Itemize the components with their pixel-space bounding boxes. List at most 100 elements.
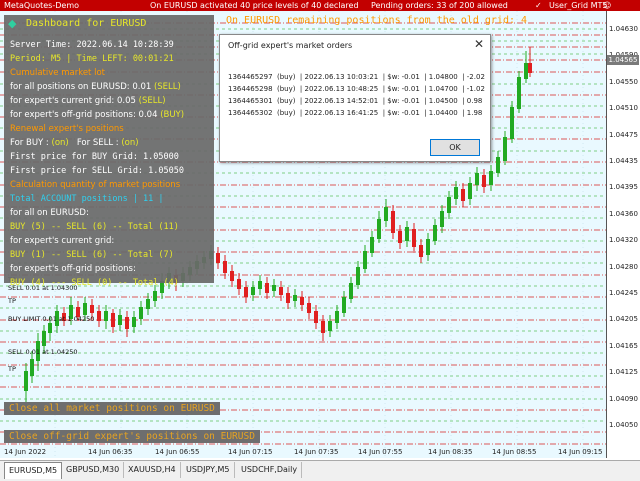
tab-gbpusd-m30[interactable]: GBPUSD,M30 [62,462,125,478]
check-icon: ✓ [535,1,542,10]
candle-body [321,321,325,333]
chart-label-sell-position: SELL 0.01 at 1.04250 [8,348,78,356]
price-tick-label: 1.04050 [609,421,638,429]
chart-label-buy-limit: BUY LIMIT 0.01 at 1.04250 [8,315,95,323]
candle-body [30,359,34,376]
period-time-left: Period: M5 | Time LEFT: 00:01:21 [10,54,174,64]
candle-body [258,281,262,289]
candle-body [524,63,528,79]
for-sell-label: For SELL : [76,138,119,148]
time-tick-label: 14 Jun 2022 [4,448,47,456]
price-axis[interactable]: 1.046301.045901.045501.045101.044751.044… [606,11,640,458]
current-grid-lot: for expert's current grid: 0.05 [10,96,136,106]
first-buy-price: First price for BUY Grid: 1.05000 [10,152,179,162]
dialog-title: Off-grid expert's market orders [228,41,353,50]
candle-body [342,297,346,313]
close-all-positions-button[interactable]: Close all market positions on EURUSD [4,402,220,415]
candle-body [447,197,451,213]
candle-body [97,311,101,321]
for-sell-state[interactable]: (on) [121,138,138,148]
top-status-bar: MetaQuotes-Demo On EURUSD activated 40 p… [0,0,640,11]
for-buy-state[interactable]: (on) [52,138,69,148]
candle-body [496,157,500,173]
candle-body [426,239,430,255]
candle-body [118,315,122,325]
candle-body [244,287,248,297]
candle-body [83,303,87,315]
price-tick-label: 1.04395 [609,183,638,192]
candle-body [90,305,94,313]
candle-body [153,291,157,301]
candle-body [440,211,444,227]
all-on-counts: BUY (5) -- SELL (6) -- Total (11) [10,222,179,232]
candle-body [230,271,234,281]
candle-body [412,229,416,247]
cur-grid-counts: BUY (1) -- SELL (6) -- Total (7) [10,250,174,260]
time-tick-label: 14 Jun 06:55 [155,448,200,456]
levels-status: On EURUSD activated 40 price levels of 4… [150,1,359,10]
ok-button[interactable]: OK [430,139,480,156]
candle-body [314,311,318,323]
renewal-header: Renewal expert's positions [10,124,124,134]
tab-xauusd-h4[interactable]: XAUUSD,H4 [124,462,181,478]
tab-eurusd-m5[interactable]: EURUSD,M5 [4,462,63,479]
candle-body [461,189,465,201]
candle-body [251,287,255,295]
dashboard-panel: ◆ Dashboard for EURUSD Server Time: 2022… [4,15,214,288]
candle-body [300,297,304,305]
candle-body [363,251,367,269]
candle-body [272,285,276,291]
offgrid-lot: for expert's off-grid positions: 0.04 [10,110,158,120]
price-tick-label: 1.04320 [609,236,638,245]
price-tick-label: 1.04090 [609,394,638,403]
candle-body [132,317,136,327]
candle-body [510,107,514,139]
current-price-label: 1.04565 [607,55,639,65]
candle-body [24,371,28,391]
tab-usdjpy-m5[interactable]: USDJPY,M5 [182,462,235,478]
close-icon[interactable]: ✕ [474,37,484,51]
offgrid-orders-dialog: Off-grid expert's market orders ✕ 136446… [219,34,491,162]
candle-body [237,279,241,289]
candle-body [384,207,388,221]
chart-label-tp: TP [8,365,16,373]
order-row: 1364465298 (buy) | 2022.06.13 10:48:25 |… [228,85,485,93]
candle-body [349,283,353,299]
dashboard-title: Dashboard for EURUSD [26,18,147,29]
tab-usdchf-daily[interactable]: USDCHF,Daily [237,462,303,478]
time-tick-label: 14 Jun 08:55 [492,448,537,456]
candle-body [48,323,52,333]
candle-body [377,219,381,239]
candle-body [356,267,360,285]
candle-body [216,253,220,263]
time-tick-label: 14 Jun 07:55 [358,448,403,456]
terminal-name: MetaQuotes-Demo [4,1,80,10]
candle-body [489,171,493,185]
candle-body [286,293,290,303]
candle-body [42,331,46,346]
candle-body [307,303,311,313]
candle-body [503,137,507,161]
offgrid-direction: (BUY) [160,110,185,120]
order-row: 1364465301 (buy) | 2022.06.13 14:52:01 |… [228,97,483,105]
candle-body [335,311,339,323]
all-on-label: for all on EURUSD: [10,208,89,218]
price-tick-label: 1.04550 [609,77,638,86]
remaining-positions-banner: On EURUSD remaining positions from the o… [226,15,528,26]
all-positions-lot: for all positions on EURUSD: 0.01 [10,82,152,92]
candle-body [419,245,423,257]
candle-body [454,187,458,199]
cur-grid-label: for expert's current grid: [10,236,115,246]
expert-name[interactable]: User_Grid MT5 [549,0,607,11]
price-tick-label: 1.04165 [609,341,638,350]
candle-body [265,283,269,293]
close-offgrid-positions-button[interactable]: Close off-grid expert's positions on EUR… [4,430,260,443]
time-tick-label: 14 Jun 07:15 [228,448,273,456]
off-grid-counts: BUY (4) --- SELL (0) -- Total (4) [10,278,179,288]
all-positions-direction: (SELL) [153,82,181,92]
for-buy-label: For BUY : [10,138,49,148]
off-grid-label: for expert's off-grid positions: [10,264,136,274]
current-grid-direction: (SELL) [138,96,166,106]
diamond-icon: ◆ [8,17,17,30]
candle-body [391,211,395,233]
